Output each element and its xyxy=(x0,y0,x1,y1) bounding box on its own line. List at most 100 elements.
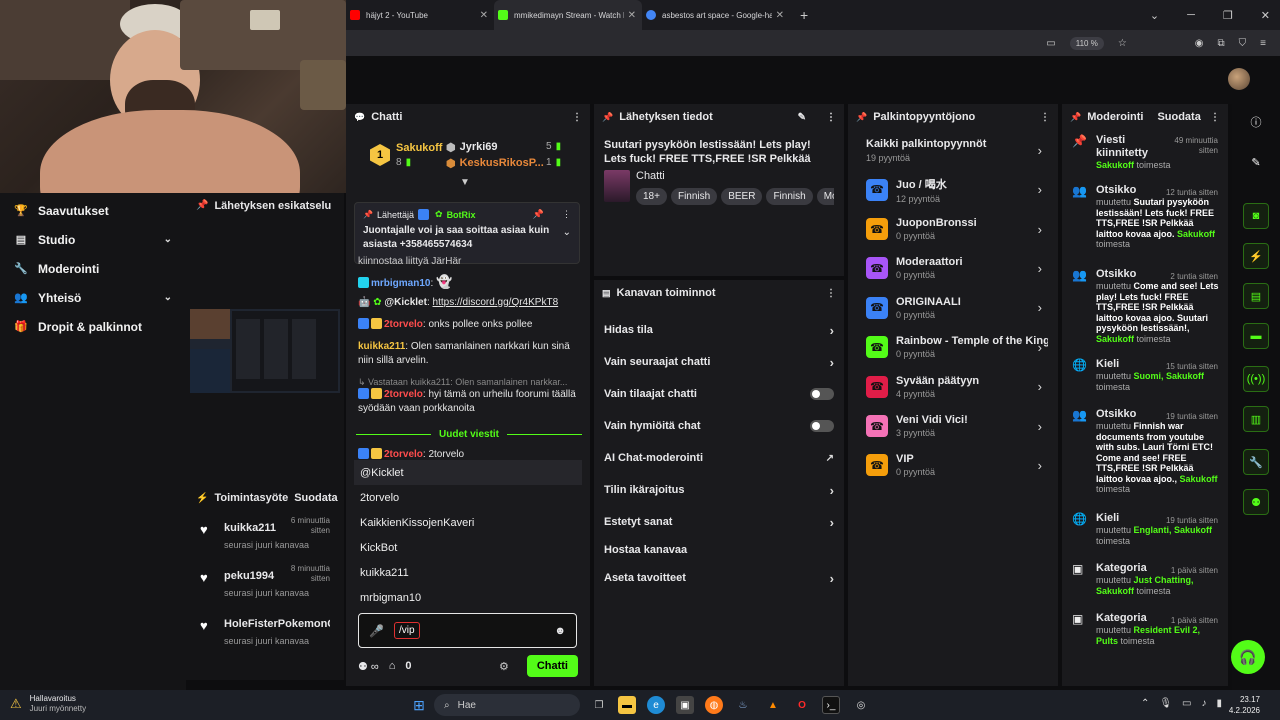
close-tab-icon[interactable]: ✕ xyxy=(776,10,784,21)
action-set-goals[interactable]: Aseta tavoitteet › xyxy=(594,562,844,594)
reward-item[interactable]: ☎ Veni Vidi Vici! 3 pyyntöä › xyxy=(848,406,1058,445)
camera-icon[interactable]: ◙ xyxy=(1243,203,1269,229)
nav-item-achievements[interactable]: 🏆 Saavutukset xyxy=(0,196,186,225)
chat-users-icon[interactable]: ⚉ ∞ xyxy=(358,660,379,673)
browser-tab-kick[interactable]: mmikedimayn Stream - Watch Li ✕ xyxy=(494,0,642,30)
new-tab-button[interactable]: + xyxy=(800,7,808,23)
unpin-icon[interactable]: 📌 xyxy=(533,209,544,220)
send-chat-button[interactable]: Chatti xyxy=(526,655,578,677)
firefox-icon[interactable]: ◍ xyxy=(705,696,723,714)
nav-item-drops-rewards[interactable]: 🎁 Dropit & palkinnot xyxy=(0,312,186,341)
chat-input[interactable]: 🎤 /vip ☻ xyxy=(358,613,577,648)
volume-icon[interactable]: ♪ xyxy=(1201,698,1206,709)
suggestion-item[interactable]: KickBot xyxy=(354,535,582,560)
obs-icon[interactable]: ◎ xyxy=(852,696,870,714)
more-options-icon[interactable]: ⋮ xyxy=(826,112,836,123)
battery-icon[interactable]: ▮ xyxy=(1216,698,1222,709)
shield-icon[interactable]: ⛉ xyxy=(1239,38,1247,49)
bolt-icon[interactable]: ⚡ xyxy=(1243,243,1269,269)
more-options-icon[interactable]: ⋮ xyxy=(562,209,571,220)
user-avatar[interactable] xyxy=(1228,68,1250,90)
file-explorer-icon[interactable]: ▬ xyxy=(618,696,636,714)
menu-icon[interactable]: ≡ xyxy=(1260,38,1266,49)
reward-item[interactable]: ☎ Rainbow - Temple of the King 0 pyyntöä … xyxy=(848,328,1058,367)
action-host-channel[interactable]: Hostaa kanavaa xyxy=(594,538,844,562)
broadcast-icon[interactable]: ((•)) xyxy=(1243,366,1269,392)
document-icon[interactable]: ▤ xyxy=(1243,283,1269,309)
more-options-icon[interactable]: ⋮ xyxy=(826,288,836,299)
reward-item[interactable]: ☎ VIP 0 pyyntöä › xyxy=(848,446,1058,485)
chevron-up-icon[interactable]: ⌃ xyxy=(1141,698,1149,709)
chat-bubble-icon[interactable]: ▬ xyxy=(1243,323,1269,349)
expand-leaderboard-icon[interactable]: ▼ xyxy=(460,177,470,188)
wrench-icon[interactable]: 🔧 xyxy=(1243,449,1269,475)
edit-pencil-icon[interactable]: ✎ xyxy=(798,112,806,123)
command-chip[interactable]: /vip xyxy=(393,622,420,639)
close-tab-icon[interactable]: ✕ xyxy=(480,10,488,21)
reader-view-icon[interactable]: ▭ xyxy=(1046,38,1055,49)
store-icon[interactable]: ▣ xyxy=(676,696,694,714)
account-icon[interactable]: ◉ xyxy=(1195,38,1204,49)
action-slow-mode[interactable]: Hidas tila › xyxy=(594,314,844,346)
nav-item-moderation[interactable]: 🔧 Moderointi xyxy=(0,254,186,283)
suggestion-item[interactable]: KaikkienKissojenKaveri xyxy=(354,510,582,535)
suggestion-item[interactable]: mrbigman10 xyxy=(354,585,582,610)
second-gifter[interactable]: ⬢ Jyrki69 xyxy=(446,141,498,154)
taskbar-clock[interactable]: 23.17 4.2.2026 xyxy=(1229,694,1260,716)
close-tab-icon[interactable]: ✕ xyxy=(628,10,636,21)
task-view-icon[interactable]: ❐ xyxy=(590,696,608,714)
subscribers-only-toggle[interactable] xyxy=(810,388,834,400)
suggestion-item[interactable]: 2torvelo xyxy=(354,485,582,510)
chevron-down-icon[interactable]: ⌄ xyxy=(563,227,571,238)
reward-item[interactable]: ☎ JuoponBronssi 0 pyyntöä › xyxy=(848,209,1058,248)
more-options-icon[interactable]: ⋮ xyxy=(572,112,582,123)
reward-item[interactable]: ☎ Juo / 喝水 12 pyyntöä › xyxy=(848,170,1058,209)
close-window-button[interactable]: ✕ xyxy=(1261,9,1270,22)
terminal-icon[interactable]: ›_ xyxy=(822,696,840,714)
edit-pencil-icon[interactable]: ✎ xyxy=(1243,149,1269,175)
tab-list-chevron-icon[interactable]: ⌄ xyxy=(1150,9,1159,22)
weather-widget[interactable]: ⚠ Hallavaroitus Juuri myönnetty xyxy=(10,694,86,714)
action-age-restriction[interactable]: Tilin ikärajoitus › xyxy=(594,474,844,506)
action-ai-moderation[interactable]: AI Chat-moderointi ↗ xyxy=(594,442,844,474)
reward-all[interactable]: Kaikki palkintopyynnöt 19 pyyntöä › xyxy=(848,130,1058,170)
extensions-icon[interactable]: ⧉ xyxy=(1218,38,1225,49)
edge-icon[interactable]: e xyxy=(647,696,665,714)
minimize-button[interactable]: ─ xyxy=(1187,9,1195,21)
pin-icon[interactable]: 📌 xyxy=(196,200,208,211)
store-icon[interactable]: ⌂ xyxy=(389,660,396,672)
opera-icon[interactable]: O xyxy=(793,696,811,714)
nav-item-studio[interactable]: ▤ Studio ⌄ xyxy=(0,225,186,254)
info-icon[interactable]: ⓘ xyxy=(1243,109,1269,135)
emotes-only-toggle[interactable] xyxy=(810,420,834,432)
browser-tab-google[interactable]: asbestos art space - Google-ha ✕ xyxy=(642,0,790,30)
suggestion-item[interactable]: @Kicklet xyxy=(354,460,582,485)
microphone-icon[interactable]: 🎤 xyxy=(369,624,384,638)
emoji-icon[interactable]: ☻ xyxy=(554,625,566,637)
top-gifter-name[interactable]: Sakukoff xyxy=(396,142,442,154)
settings-gear-icon[interactable]: ⚙ xyxy=(499,660,509,673)
network-icon[interactable]: ▭ xyxy=(1182,698,1191,709)
restore-button[interactable]: ❐ xyxy=(1223,9,1233,22)
headset-support-button[interactable]: 🎧 xyxy=(1231,640,1265,674)
users-icon[interactable]: ⚉ xyxy=(1243,489,1269,515)
third-gifter[interactable]: ⬢ KeskusRikosP... xyxy=(446,157,544,170)
action-followers-only[interactable]: Vain seuraajat chatti › xyxy=(594,346,844,378)
reply-reference[interactable]: ↳ Vastataan kuikka211: Olen samanlainen … xyxy=(358,375,582,389)
more-options-icon[interactable]: ⋮ xyxy=(1040,112,1050,123)
discord-link[interactable]: https://discord.gg/Qr4KPkT8 xyxy=(433,297,559,308)
suggestion-item[interactable]: kuikka211 xyxy=(354,560,582,585)
moderation-filter-button[interactable]: Suodata xyxy=(1157,111,1200,123)
microphone-icon[interactable]: 🎙 xyxy=(1159,698,1172,709)
stream-preview-thumbnail[interactable] xyxy=(190,309,340,393)
taskbar-search[interactable]: ⌕ Hae xyxy=(434,694,580,716)
windows-start-icon[interactable]: ⊞ xyxy=(410,696,428,714)
nav-item-community[interactable]: 👥 Yhteisö ⌄ xyxy=(0,283,186,312)
steam-icon[interactable]: ♨ xyxy=(734,696,752,714)
layout-icon[interactable]: ▥ xyxy=(1243,406,1269,432)
category-name[interactable]: Chatti xyxy=(636,170,834,182)
activity-filter-button[interactable]: Suodata xyxy=(294,492,337,504)
reward-item[interactable]: ☎ Moderaattori 0 pyyntöä › xyxy=(848,249,1058,288)
bookmark-star-icon[interactable]: ☆ xyxy=(1118,38,1127,49)
browser-tab-youtube[interactable]: häjyt 2 - YouTube ✕ xyxy=(346,0,494,30)
